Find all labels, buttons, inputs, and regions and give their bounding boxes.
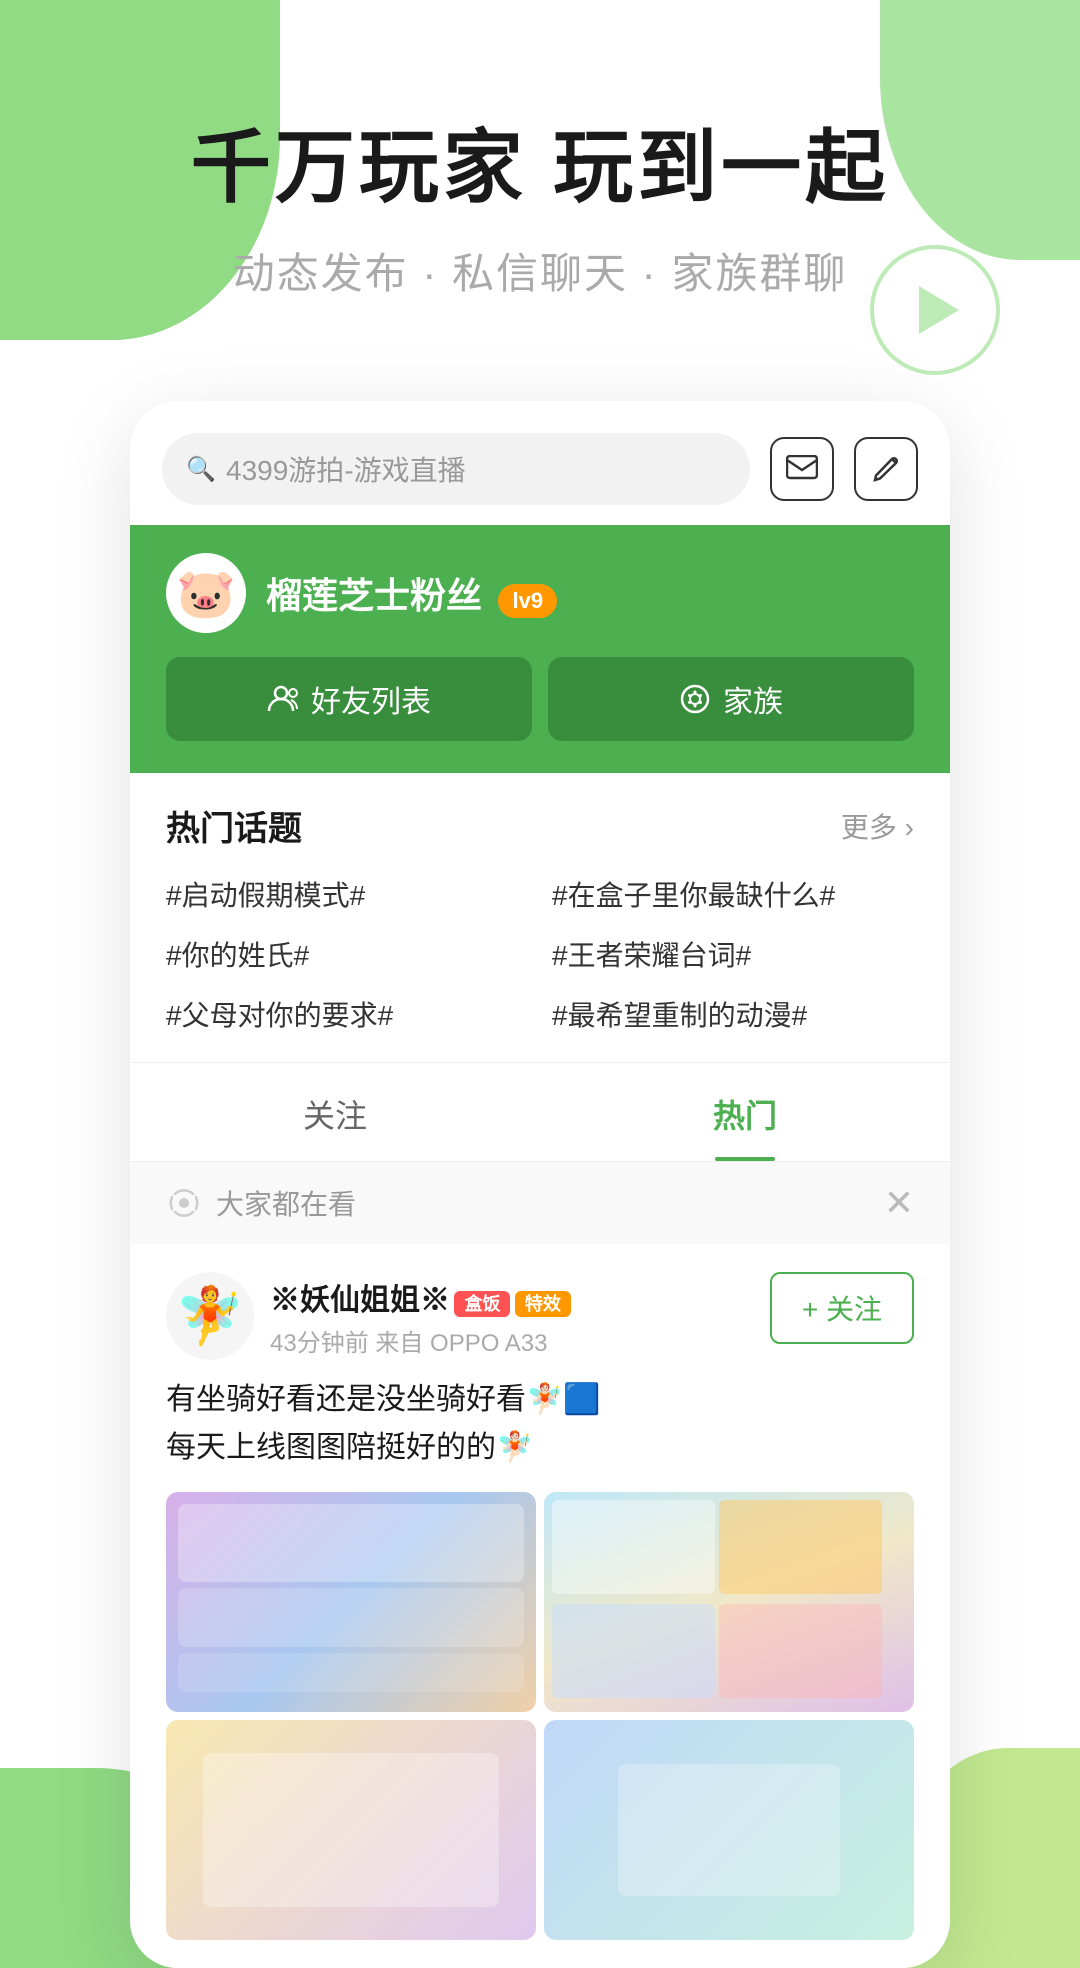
- tab-follow[interactable]: 关注: [130, 1063, 540, 1161]
- hot-topics-title: 热门话题: [166, 801, 302, 850]
- live-text: 大家都在看: [216, 1183, 356, 1223]
- edit-button[interactable]: [854, 437, 918, 501]
- search-icon: 🔍: [186, 455, 214, 483]
- play-watermark-icon: [870, 245, 1000, 375]
- friends-list-label: 好友列表: [311, 677, 431, 721]
- topic-item[interactable]: #父母对你的要求#: [166, 994, 528, 1034]
- post-content-line1: 有坐骑好看还是没坐骑好看🧚🏻🟦: [166, 1383, 601, 1416]
- family-button[interactable]: 家族: [548, 657, 914, 741]
- more-link[interactable]: 更多 ›: [841, 806, 914, 846]
- follow-button[interactable]: + 关注: [770, 1272, 914, 1344]
- level-badge: lv9: [498, 584, 557, 618]
- post-user-details: ※妖仙姐姐※ 盒饭 特效 43分钟前 来自 OPPO A33: [270, 1275, 571, 1358]
- topic-item[interactable]: #在盒子里你最缺什么#: [552, 874, 914, 914]
- topic-item[interactable]: #王者荣耀台词#: [552, 934, 914, 974]
- hot-topics-section: 热门话题 更多 › #启动假期模式# #在盒子里你最缺什么# #你的姓氏# #王…: [130, 773, 950, 1062]
- tab-hot[interactable]: 热门: [540, 1063, 950, 1161]
- section-header: 热门话题 更多 ›: [166, 801, 914, 850]
- post-image-4[interactable]: [544, 1720, 914, 1940]
- badge-red: 盒饭: [454, 1291, 510, 1317]
- post-images: [166, 1492, 914, 1940]
- close-icon[interactable]: ✕: [884, 1182, 914, 1224]
- live-banner: 大家都在看 ✕: [130, 1162, 950, 1244]
- search-bar-area: 🔍 4399游拍-游戏直播: [130, 401, 950, 525]
- family-label: 家族: [723, 677, 783, 721]
- badge-orange: 特效: [515, 1291, 571, 1317]
- topic-item[interactable]: #你的姓氏#: [166, 934, 528, 974]
- hero-title: 千万玩家 玩到一起: [60, 120, 1020, 216]
- live-left: 大家都在看: [166, 1183, 356, 1223]
- user-details: 榴莲芝士粉丝 lv9: [266, 567, 557, 619]
- post-content: 有坐骑好看还是没坐骑好看🧚🏻🟦 每天上线图图陪挺好的的🧚🏻: [166, 1376, 914, 1472]
- live-icon: [166, 1185, 202, 1221]
- post-username: ※妖仙姐姐※: [270, 1284, 450, 1317]
- search-input-wrapper[interactable]: 🔍 4399游拍-游戏直播: [162, 433, 750, 505]
- avatar: 🐷: [166, 553, 246, 633]
- post-image-1[interactable]: [166, 1492, 536, 1712]
- message-button[interactable]: [770, 437, 834, 501]
- topics-grid: #启动假期模式# #在盒子里你最缺什么# #你的姓氏# #王者荣耀台词# #父母…: [166, 874, 914, 1034]
- topic-item[interactable]: #最希望重制的动漫#: [552, 994, 914, 1034]
- post-avatar: 🧚: [166, 1272, 254, 1360]
- post-username-row: ※妖仙姐姐※ 盒饭 特效: [270, 1275, 571, 1319]
- post-image-2[interactable]: [544, 1492, 914, 1712]
- post-image-3[interactable]: [166, 1720, 536, 1940]
- post-header: 🧚 ※妖仙姐姐※ 盒饭 特效 43分钟前 来自 OPPO A33 + 关注: [166, 1272, 914, 1360]
- tabs-row: 关注 热门: [130, 1062, 950, 1162]
- chevron-right-icon: ›: [905, 812, 914, 843]
- topic-item[interactable]: #启动假期模式#: [166, 874, 528, 914]
- post-meta: 43分钟前 来自 OPPO A33: [270, 1323, 571, 1358]
- friends-list-button[interactable]: 好友列表: [166, 657, 532, 741]
- profile-info: 🐷 榴莲芝士粉丝 lv9: [166, 553, 914, 633]
- profile-banner: 🐷 榴莲芝士粉丝 lv9 好友列表: [130, 525, 950, 773]
- post-user-info: 🧚 ※妖仙姐姐※ 盒饭 特效 43分钟前 来自 OPPO A33: [166, 1272, 571, 1360]
- phone-mockup: 🔍 4399游拍-游戏直播 🐷 榴莲芝士粉丝 lv9: [130, 401, 950, 1968]
- post-item: 🧚 ※妖仙姐姐※ 盒饭 特效 43分钟前 来自 OPPO A33 + 关注 有坐…: [130, 1244, 950, 1968]
- profile-buttons: 好友列表 家族: [166, 657, 914, 741]
- post-content-line2: 每天上线图图陪挺好的的🧚🏻: [166, 1431, 533, 1464]
- username: 榴莲芝士粉丝: [266, 575, 482, 616]
- search-input[interactable]: 4399游拍-游戏直播: [226, 449, 466, 489]
